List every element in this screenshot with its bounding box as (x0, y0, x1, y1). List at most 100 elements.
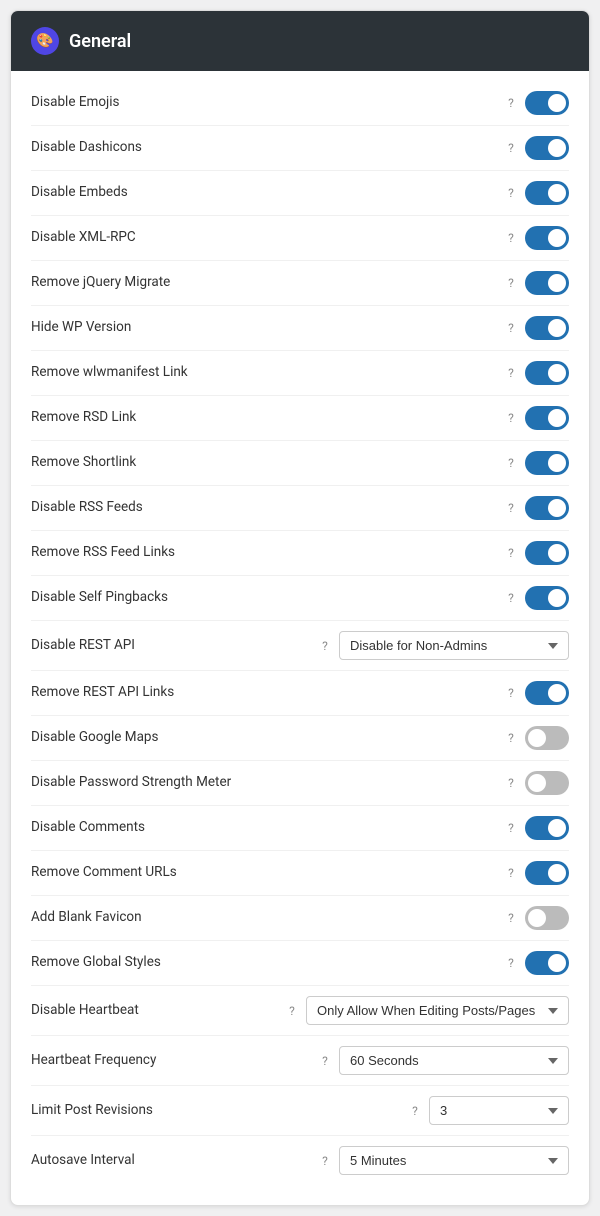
help-icon-remove-rest-api-links[interactable]: ? (503, 686, 519, 700)
toggle-remove-rsd-link[interactable] (525, 406, 569, 430)
help-icon-disable-rest-api[interactable]: ? (317, 639, 333, 653)
help-icon-disable-google-maps[interactable]: ? (503, 731, 519, 745)
dropdown-autosave-interval[interactable]: 5 Minutes10 Minutes1 Minute (339, 1146, 569, 1175)
general-settings-card: 🎨 General Disable Emojis?Disable Dashico… (10, 10, 590, 1206)
help-icon-disable-embeds[interactable]: ? (503, 186, 519, 200)
dropdown-wrapper-heartbeat-frequency: 60 Seconds30 Seconds120 Seconds (339, 1046, 569, 1075)
label-remove-comment-urls: Remove Comment URLs (31, 864, 497, 882)
toggle-wrapper-add-blank-favicon (525, 906, 569, 930)
setting-row-remove-rest-api-links: Remove REST API Links? (31, 671, 569, 716)
toggle-add-blank-favicon[interactable] (525, 906, 569, 930)
toggle-disable-xmlrpc[interactable] (525, 226, 569, 250)
dropdown-wrapper-limit-post-revisions: 3510None (429, 1096, 569, 1125)
help-icon-disable-xmlrpc[interactable]: ? (503, 231, 519, 245)
toggle-disable-emojis[interactable] (525, 91, 569, 115)
dropdown-disable-heartbeat[interactable]: Only Allow When Editing Posts/PagesDisab… (306, 996, 569, 1025)
label-remove-rss-feed-links: Remove RSS Feed Links (31, 544, 497, 562)
help-icon-remove-wlwmanifest-link[interactable]: ? (503, 366, 519, 380)
toggle-wrapper-disable-password-strength-meter (525, 771, 569, 795)
help-icon-remove-rss-feed-links[interactable]: ? (503, 546, 519, 560)
header-icon: 🎨 (31, 27, 59, 55)
toggle-disable-comments[interactable] (525, 816, 569, 840)
label-limit-post-revisions: Limit Post Revisions (31, 1102, 401, 1120)
slider-hide-wp-version (525, 316, 569, 340)
help-icon-heartbeat-frequency[interactable]: ? (317, 1054, 333, 1068)
slider-remove-global-styles (525, 951, 569, 975)
help-icon-remove-shortlink[interactable]: ? (503, 456, 519, 470)
setting-row-disable-dashicons: Disable Dashicons? (31, 126, 569, 171)
label-autosave-interval: Autosave Interval (31, 1152, 311, 1170)
help-icon-disable-comments[interactable]: ? (503, 821, 519, 835)
toggle-wrapper-disable-xmlrpc (525, 226, 569, 250)
label-disable-rss-feeds: Disable RSS Feeds (31, 499, 497, 517)
setting-row-disable-rest-api: Disable REST API? Disable for Non-AdminsD… (31, 621, 569, 671)
help-icon-disable-rss-feeds[interactable]: ? (503, 501, 519, 515)
slider-remove-rss-feed-links (525, 541, 569, 565)
help-icon-disable-password-strength-meter[interactable]: ? (503, 776, 519, 790)
toggle-remove-global-styles[interactable] (525, 951, 569, 975)
help-icon-remove-jquery-migrate[interactable]: ? (503, 276, 519, 290)
toggle-disable-google-maps[interactable] (525, 726, 569, 750)
help-icon-limit-post-revisions[interactable]: ? (407, 1104, 423, 1118)
label-disable-rest-api: Disable REST API (31, 637, 311, 655)
toggle-disable-self-pingbacks[interactable] (525, 586, 569, 610)
toggle-wrapper-remove-wlwmanifest-link (525, 361, 569, 385)
dropdown-wrapper-disable-rest-api: Disable for Non-AdminsDisable for AllNon… (339, 631, 569, 660)
slider-remove-jquery-migrate (525, 271, 569, 295)
label-disable-comments: Disable Comments (31, 819, 497, 837)
toggle-wrapper-disable-google-maps (525, 726, 569, 750)
setting-row-disable-heartbeat: Disable Heartbeat?Only Allow When Editin… (31, 986, 569, 1036)
toggle-wrapper-disable-emojis (525, 91, 569, 115)
toggle-remove-jquery-migrate[interactable] (525, 271, 569, 295)
toggle-remove-rss-feed-links[interactable] (525, 541, 569, 565)
help-icon-remove-rsd-link[interactable]: ? (503, 411, 519, 425)
setting-row-add-blank-favicon: Add Blank Favicon? (31, 896, 569, 941)
toggle-remove-wlwmanifest-link[interactable] (525, 361, 569, 385)
setting-row-remove-wlwmanifest-link: Remove wlwmanifest Link? (31, 351, 569, 396)
dropdown-limit-post-revisions[interactable]: 3510None (429, 1096, 569, 1125)
setting-row-disable-google-maps: Disable Google Maps? (31, 716, 569, 761)
label-disable-self-pingbacks: Disable Self Pingbacks (31, 589, 497, 607)
slider-remove-wlwmanifest-link (525, 361, 569, 385)
help-icon-remove-comment-urls[interactable]: ? (503, 866, 519, 880)
slider-disable-comments (525, 816, 569, 840)
setting-row-heartbeat-frequency: Heartbeat Frequency?60 Seconds30 Seconds… (31, 1036, 569, 1086)
label-disable-dashicons: Disable Dashicons (31, 139, 497, 157)
toggle-disable-dashicons[interactable] (525, 136, 569, 160)
toggle-remove-rest-api-links[interactable] (525, 681, 569, 705)
label-remove-rest-api-links: Remove REST API Links (31, 684, 497, 702)
toggle-disable-password-strength-meter[interactable] (525, 771, 569, 795)
help-icon-disable-heartbeat[interactable]: ? (284, 1004, 300, 1018)
toggle-remove-comment-urls[interactable] (525, 861, 569, 885)
label-remove-jquery-migrate: Remove jQuery Migrate (31, 274, 497, 292)
toggle-wrapper-disable-self-pingbacks (525, 586, 569, 610)
label-disable-embeds: Disable Embeds (31, 184, 497, 202)
help-icon-remove-global-styles[interactable]: ? (503, 956, 519, 970)
header-title: General (69, 31, 131, 52)
label-remove-wlwmanifest-link: Remove wlwmanifest Link (31, 364, 497, 382)
help-icon-disable-emojis[interactable]: ? (503, 96, 519, 110)
help-icon-disable-dashicons[interactable]: ? (503, 141, 519, 155)
setting-row-disable-rss-feeds: Disable RSS Feeds? (31, 486, 569, 531)
help-icon-autosave-interval[interactable]: ? (317, 1154, 333, 1168)
dropdown-heartbeat-frequency[interactable]: 60 Seconds30 Seconds120 Seconds (339, 1046, 569, 1075)
toggle-disable-embeds[interactable] (525, 181, 569, 205)
toggle-remove-shortlink[interactable] (525, 451, 569, 475)
slider-add-blank-favicon (525, 906, 569, 930)
toggle-wrapper-remove-rsd-link (525, 406, 569, 430)
slider-remove-comment-urls (525, 861, 569, 885)
slider-remove-shortlink (525, 451, 569, 475)
slider-disable-self-pingbacks (525, 586, 569, 610)
card-header: 🎨 General (11, 11, 589, 71)
help-icon-add-blank-favicon[interactable]: ? (503, 911, 519, 925)
toggle-disable-rss-feeds[interactable] (525, 496, 569, 520)
help-icon-hide-wp-version[interactable]: ? (503, 321, 519, 335)
slider-disable-emojis (525, 91, 569, 115)
toggle-hide-wp-version[interactable] (525, 316, 569, 340)
setting-row-remove-shortlink: Remove Shortlink? (31, 441, 569, 486)
toggle-wrapper-hide-wp-version (525, 316, 569, 340)
toggle-wrapper-remove-rest-api-links (525, 681, 569, 705)
dropdown-disable-rest-api[interactable]: Disable for Non-AdminsDisable for AllNon… (339, 631, 569, 660)
dropdown-wrapper-disable-heartbeat: Only Allow When Editing Posts/PagesDisab… (306, 996, 569, 1025)
help-icon-disable-self-pingbacks[interactable]: ? (503, 591, 519, 605)
